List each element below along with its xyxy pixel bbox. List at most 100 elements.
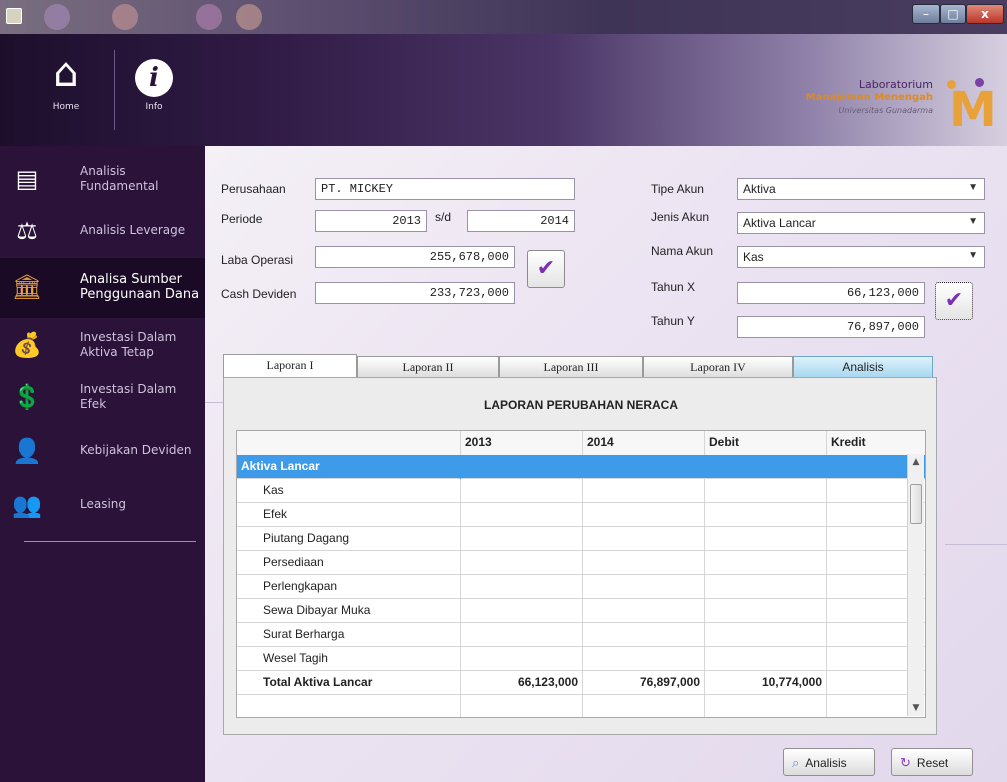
- debit-cell: [705, 479, 827, 503]
- university-name: Universitas Gunadarma: [838, 106, 933, 115]
- table-row[interactable]: Wesel Tagih: [237, 647, 925, 671]
- scroll-up-icon[interactable]: ▲: [908, 454, 924, 470]
- cash-deviden-input[interactable]: 233,723,000: [315, 282, 515, 304]
- periode-to-input[interactable]: 2014: [467, 210, 575, 232]
- tipe-akun-label: Tipe Akun: [651, 182, 704, 196]
- value-2013-cell: [461, 623, 583, 647]
- sidebar-item-label: Investasi Dalam Efek: [80, 382, 177, 411]
- table-row[interactable]: [237, 695, 925, 717]
- nama-akun-value: Kas: [743, 250, 764, 264]
- minimize-button[interactable]: –: [912, 4, 940, 24]
- value-2013-cell: [461, 503, 583, 527]
- tab-laporan-1[interactable]: Laporan I: [223, 354, 357, 378]
- value-2013-cell: [461, 527, 583, 551]
- tab-analisis[interactable]: Analisis: [793, 356, 933, 378]
- app-icon: [6, 8, 22, 24]
- analisis-button-label: Analisis: [805, 756, 847, 770]
- lab-title: Laboratorium: [858, 78, 933, 91]
- debit-cell: [705, 575, 827, 599]
- tab-laporan-4[interactable]: Laporan IV: [643, 356, 793, 378]
- bank-icon: 🏛: [11, 273, 43, 301]
- debit-cell: [705, 623, 827, 647]
- coin-bank-icon: 💲: [12, 383, 42, 411]
- value-2014-cell: [583, 647, 705, 671]
- tahun-x-input[interactable]: 66,123,000: [737, 282, 925, 304]
- tipe-akun-select[interactable]: Aktiva ▼: [737, 178, 985, 200]
- sidebar-item-investasi-efek[interactable]: 💲 Investasi Dalam Efek: [0, 372, 205, 422]
- value-2014-cell: [583, 503, 705, 527]
- laba-operasi-input[interactable]: 255,678,000: [315, 246, 515, 268]
- account-name-cell: Wesel Tagih: [237, 647, 461, 671]
- sidebar-item-leasing[interactable]: 👥 Leasing: [0, 480, 205, 530]
- column-header: [237, 431, 461, 455]
- tahun-y-input[interactable]: 76,897,000: [737, 316, 925, 338]
- table-row[interactable]: Surat Berharga: [237, 623, 925, 647]
- table-group-row[interactable]: Aktiva Lancar: [237, 455, 925, 479]
- reset-button-label: Reset: [916, 756, 949, 770]
- home-button[interactable]: ⌂ Home: [36, 44, 96, 132]
- magnifier-icon: ⌕: [792, 755, 800, 770]
- account-name-cell: Perlengkapan: [237, 575, 461, 599]
- table-scrollbar[interactable]: ▲ ▼: [907, 454, 924, 716]
- logo-letter: M: [949, 82, 997, 138]
- info-button[interactable]: i Info: [124, 44, 184, 132]
- tab-laporan-2[interactable]: Laporan II: [357, 356, 499, 378]
- sidebar: ▤ Analisis Fundamental ⚖ Analisis Levera…: [0, 146, 205, 782]
- perusahaan-input[interactable]: PT. MICKEY: [315, 178, 575, 200]
- value-2013-cell: [461, 575, 583, 599]
- jenis-akun-value: Aktiva Lancar: [743, 216, 816, 230]
- home-label: Home: [52, 102, 80, 112]
- debit-cell: [705, 647, 827, 671]
- table-row[interactable]: Piutang Dagang: [237, 527, 925, 551]
- lab-subtitle: Manajemen Menengah: [805, 92, 933, 103]
- sidebar-item-label: Kebijakan Deviden: [80, 443, 192, 457]
- value-2014-cell: [583, 527, 705, 551]
- chevron-down-icon: ▼: [968, 182, 978, 193]
- value-2014-cell: [583, 623, 705, 647]
- table-row[interactable]: Persediaan: [237, 551, 925, 575]
- periode-from-input[interactable]: 2013: [315, 210, 427, 232]
- report-title: LAPORAN PERUBAHAN NERACA: [483, 398, 678, 412]
- confirm-tahun-button[interactable]: ✔: [935, 282, 973, 320]
- cash-deviden-label: Cash Deviden: [221, 287, 297, 301]
- sidebar-item-analisa-sumber[interactable]: 🏛 Analisa Sumber Penggunaan Dana: [0, 258, 205, 318]
- perusahaan-label: Perusahaan: [221, 182, 286, 196]
- debit-cell: [705, 695, 827, 717]
- sidebar-item-kebijakan-deviden[interactable]: 👤 Kebijakan Deviden: [0, 426, 205, 476]
- table-total-row[interactable]: Total Aktiva Lancar 66,123,000 76,897,00…: [237, 671, 925, 695]
- column-header: 2013: [461, 431, 583, 455]
- column-header: Kredit: [827, 431, 925, 455]
- person-chart-icon: 👤: [12, 437, 42, 465]
- column-header: Debit: [705, 431, 827, 455]
- sidebar-item-investasi-aktiva[interactable]: 💰 Investasi Dalam Aktiva Tetap: [0, 320, 205, 370]
- chevron-down-icon: ▼: [968, 216, 978, 227]
- value-2013-cell: [461, 647, 583, 671]
- tab-laporan-3[interactable]: Laporan III: [499, 356, 643, 378]
- periode-label: Periode: [221, 212, 263, 226]
- value-2014-cell: [583, 575, 705, 599]
- tahun-y-label: Tahun Y: [651, 314, 695, 328]
- table-row[interactable]: Kas 0: [237, 479, 925, 503]
- jenis-akun-select[interactable]: Aktiva Lancar ▼: [737, 212, 985, 234]
- debit-cell: [705, 551, 827, 575]
- lab-branding: Laboratorium Manajemen Menengah Universi…: [806, 78, 933, 117]
- money-bag-icon: 💰: [12, 331, 42, 359]
- close-button[interactable]: x: [966, 4, 1004, 24]
- maximize-button[interactable]: □: [940, 4, 966, 24]
- confirm-check-button[interactable]: ✔: [527, 250, 565, 288]
- scale-icon: ⚖: [16, 217, 38, 245]
- sidebar-item-analisis-fundamental[interactable]: ▤ Analisis Fundamental: [0, 154, 205, 204]
- nama-akun-select[interactable]: Kas ▼: [737, 246, 985, 268]
- table-row[interactable]: Sewa Dibayar Muka: [237, 599, 925, 623]
- value-2013-cell: [461, 695, 583, 717]
- sidebar-item-analisis-leverage[interactable]: ⚖ Analisis Leverage: [0, 206, 205, 256]
- table-row[interactable]: Perlengkapan: [237, 575, 925, 599]
- reset-button[interactable]: ↻ Reset: [891, 748, 973, 776]
- scroll-down-icon[interactable]: ▼: [908, 700, 924, 716]
- table-row[interactable]: Efek: [237, 503, 925, 527]
- value-2014-cell: [583, 695, 705, 717]
- scrollbar-thumb[interactable]: [910, 484, 922, 524]
- sidebar-item-label: Investasi Dalam Aktiva Tetap: [80, 330, 177, 359]
- analisis-button[interactable]: ⌕ Analisis: [783, 748, 875, 776]
- group-label: Aktiva Lancar: [237, 455, 461, 479]
